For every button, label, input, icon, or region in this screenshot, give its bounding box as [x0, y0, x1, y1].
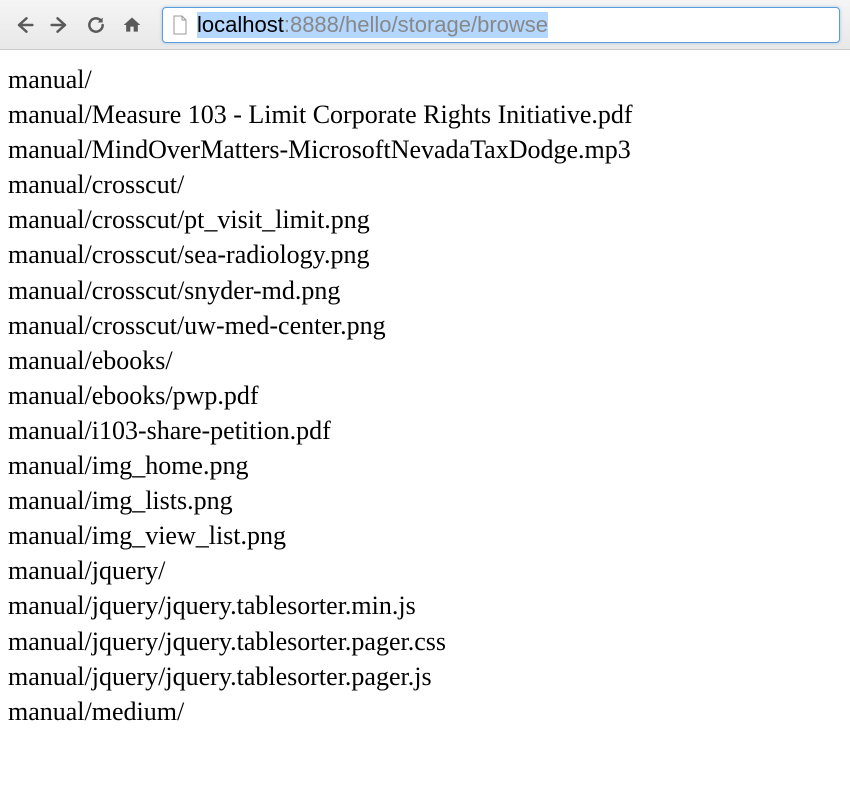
arrow-right-icon	[50, 15, 70, 35]
list-item[interactable]: manual/img_view_list.png	[8, 518, 842, 553]
list-item[interactable]: manual/crosscut/sea-radiology.png	[8, 237, 842, 272]
list-item[interactable]: manual/crosscut/	[8, 167, 842, 202]
list-item[interactable]: manual/crosscut/snyder-md.png	[8, 273, 842, 308]
url-host: localhost	[197, 12, 284, 38]
list-item[interactable]: manual/	[8, 62, 842, 97]
file-listing: manual/ manual/Measure 103 - Limit Corpo…	[0, 50, 850, 741]
forward-button[interactable]	[46, 11, 74, 39]
list-item[interactable]: manual/jquery/jquery.tablesorter.min.js	[8, 588, 842, 623]
home-icon	[122, 15, 142, 35]
back-button[interactable]	[10, 11, 38, 39]
list-item[interactable]: manual/img_home.png	[8, 448, 842, 483]
arrow-left-icon	[14, 15, 34, 35]
browser-toolbar: localhost:8888/hello/storage/browse	[0, 0, 850, 50]
list-item[interactable]: manual/jquery/	[8, 553, 842, 588]
home-button[interactable]	[118, 11, 146, 39]
list-item[interactable]: manual/crosscut/uw-med-center.png	[8, 308, 842, 343]
address-bar[interactable]: localhost:8888/hello/storage/browse	[162, 7, 840, 43]
url-text[interactable]: localhost:8888/hello/storage/browse	[197, 12, 548, 38]
list-item[interactable]: manual/medium/	[8, 694, 842, 729]
list-item[interactable]: manual/MindOverMatters-MicrosoftNevadaTa…	[8, 132, 842, 167]
list-item[interactable]: manual/crosscut/pt_visit_limit.png	[8, 202, 842, 237]
reload-icon	[86, 15, 106, 35]
list-item[interactable]: manual/Measure 103 - Limit Corporate Rig…	[8, 97, 842, 132]
list-item[interactable]: manual/ebooks/	[8, 343, 842, 378]
url-port-path: :8888/hello/storage/browse	[284, 12, 548, 38]
reload-button[interactable]	[82, 11, 110, 39]
list-item[interactable]: manual/jquery/jquery.tablesorter.pager.j…	[8, 659, 842, 694]
list-item[interactable]: manual/ebooks/pwp.pdf	[8, 378, 842, 413]
list-item[interactable]: manual/jquery/jquery.tablesorter.pager.c…	[8, 624, 842, 659]
page-icon	[171, 15, 189, 35]
list-item[interactable]: manual/i103-share-petition.pdf	[8, 413, 842, 448]
list-item[interactable]: manual/img_lists.png	[8, 483, 842, 518]
